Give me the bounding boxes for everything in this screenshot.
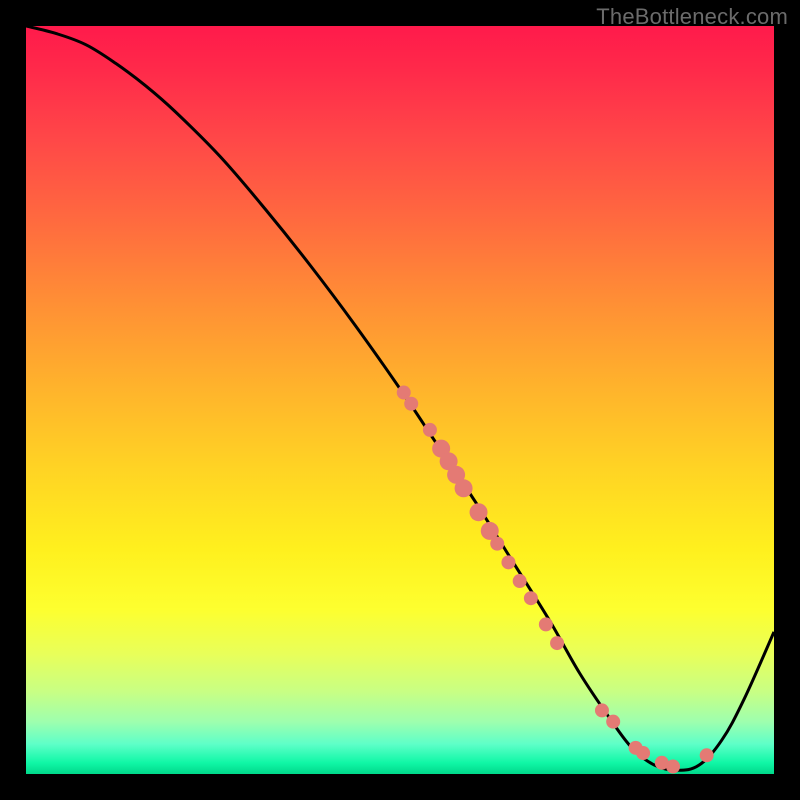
- marker-dot: [595, 703, 609, 717]
- marker-dot: [636, 746, 650, 760]
- chart-plot-area: [26, 26, 774, 774]
- marker-dot: [700, 748, 714, 762]
- marker-dot: [470, 503, 488, 521]
- chart-svg: [26, 26, 774, 774]
- marker-dot: [455, 479, 473, 497]
- marker-dot: [501, 555, 515, 569]
- chart-stage: TheBottleneck.com: [0, 0, 800, 800]
- marker-dot: [524, 591, 538, 605]
- marker-dot: [397, 386, 411, 400]
- marker-dot: [666, 760, 680, 774]
- marker-dot: [440, 452, 458, 470]
- marker-dot: [606, 715, 620, 729]
- marker-dot: [404, 397, 418, 411]
- highlight-markers: [397, 386, 714, 774]
- marker-dot: [539, 617, 553, 631]
- marker-dot: [423, 423, 437, 437]
- marker-dot: [550, 636, 564, 650]
- marker-dot: [655, 756, 669, 770]
- marker-dot: [490, 537, 504, 551]
- marker-dot: [629, 741, 643, 755]
- bottleneck-curve: [26, 26, 774, 770]
- marker-dot: [447, 466, 465, 484]
- marker-dot: [432, 440, 450, 458]
- marker-dot: [481, 522, 499, 540]
- marker-dot: [513, 574, 527, 588]
